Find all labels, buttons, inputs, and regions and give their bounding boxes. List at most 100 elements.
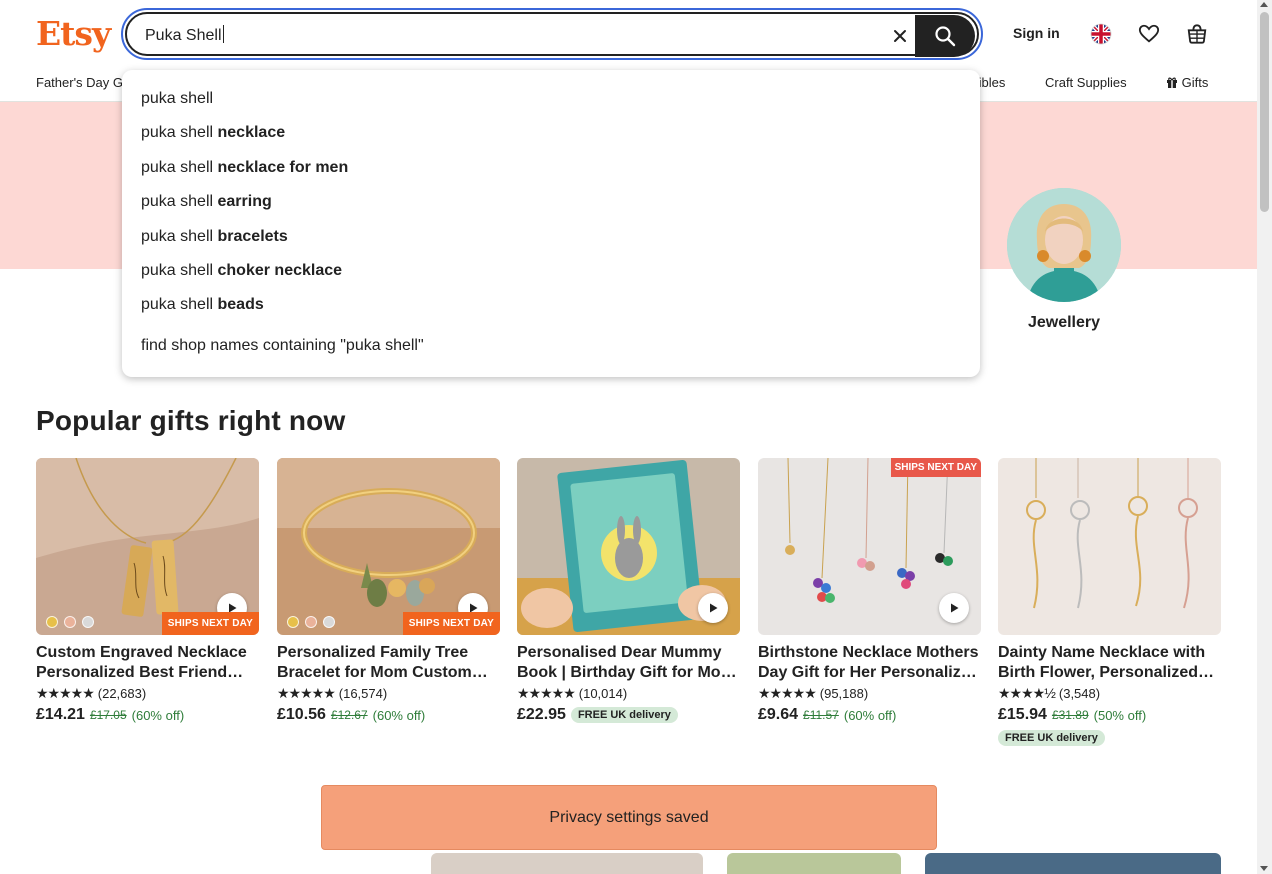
scrollbar-thumb[interactable] bbox=[1260, 12, 1269, 212]
swatch-silver bbox=[323, 616, 335, 628]
product-title[interactable]: Personalised Dear Mummy Book | Birthday … bbox=[517, 643, 740, 683]
product-title[interactable]: Personalized Family Tree Bracelet for Mo… bbox=[277, 643, 500, 683]
discount-label: (60% off) bbox=[131, 707, 185, 723]
search-bar: Puka Shell bbox=[121, 8, 983, 60]
original-price: £11.57 bbox=[803, 708, 839, 722]
swatch-rose-gold bbox=[305, 616, 317, 628]
product-rating: ★★★★★ (10,014) bbox=[517, 685, 740, 702]
suggestion-prefix: puka shell bbox=[141, 296, 214, 313]
suggestion-item[interactable]: puka shell necklace for men bbox=[141, 159, 348, 177]
star-rating-icon: ★★★★★ bbox=[277, 685, 336, 701]
suggestion-item[interactable]: puka shell necklace bbox=[141, 124, 285, 142]
suggestion-item[interactable]: puka shell beads bbox=[141, 296, 264, 314]
page-scrollbar[interactable] bbox=[1257, 0, 1272, 874]
color-swatches bbox=[287, 616, 335, 628]
swatch-gold bbox=[287, 616, 299, 628]
suggestion-bold: necklace for men bbox=[217, 159, 349, 176]
suggestion-bold: necklace bbox=[217, 124, 286, 141]
swatch-gold bbox=[46, 616, 58, 628]
product-image[interactable]: SHIPS NEXT DAY bbox=[758, 458, 981, 635]
product-rating: ★★★★★ (22,683) bbox=[36, 685, 259, 702]
suggestion-item[interactable]: puka shell earring bbox=[141, 193, 272, 211]
suggestion-item[interactable]: puka shell bbox=[141, 90, 213, 108]
text-caret bbox=[222, 25, 224, 43]
suggestion-prefix: puka shell bbox=[141, 262, 214, 279]
search-suggestions-dropdown: puka shell puka shell necklace puka shel… bbox=[122, 70, 980, 377]
product-title[interactable]: Birthstone Necklace Mothers Day Gift for… bbox=[758, 643, 981, 683]
review-count: (3,548) bbox=[1058, 686, 1101, 701]
review-count: (10,014) bbox=[578, 686, 628, 701]
product-card[interactable]: SHIPS NEXT DAY Custom Engraved Necklace … bbox=[36, 458, 259, 724]
product-rating: ★★★★★ (95,188) bbox=[758, 685, 981, 702]
product-image[interactable]: SHIPS NEXT DAY bbox=[36, 458, 259, 635]
product-image[interactable]: SHIPS NEXT DAY bbox=[277, 458, 500, 635]
review-count: (16,574) bbox=[338, 686, 388, 701]
ships-next-day-badge: SHIPS NEXT DAY bbox=[402, 612, 500, 635]
suggestion-prefix: puka shell bbox=[141, 228, 214, 245]
bottom-tile-image[interactable] bbox=[925, 853, 1221, 874]
star-rating-icon: ★★★★½ bbox=[998, 685, 1056, 701]
discount-label: (50% off) bbox=[1093, 707, 1147, 723]
swatch-silver bbox=[82, 616, 94, 628]
sign-in-link[interactable]: Sign in bbox=[1013, 25, 1060, 41]
nav-item-fathers-day[interactable]: Father's Day G bbox=[36, 75, 123, 90]
discount-label: (60% off) bbox=[843, 707, 897, 723]
favorites-button[interactable] bbox=[1137, 22, 1161, 46]
product-image[interactable] bbox=[517, 458, 740, 635]
original-price: £31.89 bbox=[1051, 708, 1089, 722]
section-title: Popular gifts right now bbox=[36, 405, 346, 436]
price-line: £14.21 £17.05 (60% off) bbox=[36, 706, 259, 724]
shop-name-search-item[interactable]: find shop names containing "puka shell" bbox=[141, 337, 424, 355]
search-button[interactable] bbox=[915, 15, 975, 57]
product-title[interactable]: Dainty Name Necklace with Birth Flower, … bbox=[998, 643, 1221, 683]
model-portrait-image bbox=[1007, 188, 1121, 302]
jewellery-category-image[interactable] bbox=[1007, 188, 1121, 302]
suggestion-prefix: puka shell bbox=[141, 193, 214, 210]
scroll-up-arrow-icon[interactable] bbox=[1260, 2, 1268, 7]
swatch-rose-gold bbox=[64, 616, 76, 628]
etsy-logo[interactable]: Etsy bbox=[36, 14, 111, 53]
bottom-tile-image[interactable] bbox=[727, 853, 901, 874]
scroll-down-arrow-icon[interactable] bbox=[1260, 866, 1268, 871]
suggestion-bold: beads bbox=[217, 296, 264, 313]
play-video-button[interactable] bbox=[939, 593, 969, 623]
product-card[interactable]: Personalised Dear Mummy Book | Birthday … bbox=[517, 458, 740, 724]
name-necklace-photo bbox=[998, 458, 1221, 635]
play-video-button[interactable] bbox=[698, 593, 728, 623]
product-title[interactable]: Custom Engraved Necklace Personalized Be… bbox=[36, 643, 259, 683]
play-icon bbox=[951, 603, 959, 613]
suggestion-prefix: puka shell bbox=[141, 159, 214, 176]
nav-item-craft-supplies[interactable]: Craft Supplies bbox=[1045, 75, 1127, 90]
suggestion-item[interactable]: puka shell choker necklace bbox=[141, 262, 342, 280]
search-input[interactable]: Puka Shell bbox=[125, 12, 979, 57]
jewellery-category-label[interactable]: Jewellery bbox=[1007, 314, 1121, 332]
play-icon bbox=[710, 603, 718, 613]
price-line: £9.64 £11.57 (60% off) bbox=[758, 706, 981, 724]
basket-icon bbox=[1187, 24, 1207, 44]
sale-price: £10.56 bbox=[277, 706, 326, 723]
suggestion-bold: choker necklace bbox=[217, 262, 343, 279]
suggestion-bold: earring bbox=[217, 193, 272, 210]
price-line: £15.94 £31.89 (50% off) bbox=[998, 706, 1221, 724]
product-card[interactable]: SHIPS NEXT DAY Birthstone Necklace Mothe… bbox=[758, 458, 981, 724]
discount-label: (60% off) bbox=[372, 707, 426, 723]
color-swatches bbox=[46, 616, 94, 628]
suggestion-item[interactable]: puka shell bracelets bbox=[141, 228, 288, 246]
product-card[interactable]: SHIPS NEXT DAY Personalized Family Tree … bbox=[277, 458, 500, 724]
bottom-tile-image[interactable] bbox=[431, 853, 703, 874]
privacy-toast: Privacy settings saved bbox=[321, 785, 937, 850]
cart-button[interactable] bbox=[1185, 22, 1209, 46]
nav-item-gifts[interactable]: Gifts bbox=[1166, 75, 1208, 90]
sale-price: £22.95 bbox=[517, 706, 566, 723]
language-flag-button[interactable] bbox=[1089, 22, 1113, 46]
product-card[interactable]: Dainty Name Necklace with Birth Flower, … bbox=[998, 458, 1221, 746]
product-image[interactable] bbox=[998, 458, 1221, 635]
original-price: £17.05 bbox=[89, 708, 127, 722]
price-line: £22.95 FREE UK delivery bbox=[517, 706, 740, 724]
heart-icon bbox=[1138, 24, 1160, 43]
clear-search-button[interactable] bbox=[887, 23, 913, 49]
site-header: Etsy Puka Shell Sign in bbox=[0, 0, 1257, 68]
star-rating-icon: ★★★★★ bbox=[758, 685, 817, 701]
review-count: (22,683) bbox=[97, 686, 147, 701]
suggestion-bold: bracelets bbox=[217, 228, 288, 245]
